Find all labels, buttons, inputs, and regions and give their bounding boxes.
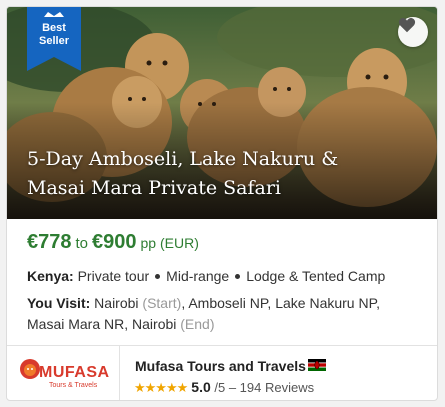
- favorite-button[interactable]: [398, 17, 428, 47]
- visit-line-1: You Visit: Nairobi (Start), Amboseli NP,…: [27, 295, 380, 311]
- badge-line-2: Seller: [39, 35, 69, 47]
- tour-title-line-1: 5-Day Amboseli, Lake Nakuru &: [27, 148, 339, 170]
- price-to-word: to: [75, 235, 89, 252]
- price-from: €778: [27, 231, 72, 253]
- logo-tagline: Tours & Travels: [49, 382, 98, 389]
- operator-footer: MUFASA Tours & Travels Mufasa Tours and …: [7, 345, 437, 400]
- price-to: €900: [92, 231, 137, 253]
- tour-card[interactable]: Best Seller 5-Day Amboseli, Lake Nakuru …: [6, 6, 438, 401]
- review-count: – 194 Reviews: [228, 380, 315, 395]
- visit-end: Masai Mara NR, Nairobi: [27, 316, 177, 332]
- visit-stops: , Amboseli NP, Lake Nakuru NP,: [181, 295, 381, 311]
- country-label: Kenya:: [27, 268, 74, 284]
- operator-logo[interactable]: MUFASA Tours & Travels: [7, 346, 120, 400]
- tag-budget: Mid-range: [166, 268, 230, 284]
- tour-hero-image[interactable]: Best Seller 5-Day Amboseli, Lake Nakuru …: [7, 7, 437, 219]
- kenya-flag-icon: [308, 359, 326, 371]
- tag-tour-type: Private tour: [77, 268, 150, 284]
- price-unit: pp (EUR): [140, 235, 199, 251]
- tour-details: Kenya: Private tour Mid-range Lodge & Tent…: [27, 268, 385, 284]
- visit-line-2: Masai Mara NR, Nairobi (End): [27, 316, 215, 332]
- rating-score: 5.0: [191, 379, 211, 395]
- separator-dot: [155, 273, 161, 279]
- visit-label: You Visit:: [27, 295, 91, 311]
- price-range: €778 to €900 pp (EUR): [27, 231, 199, 254]
- visit-end-note: (End): [180, 316, 215, 332]
- rating-max: /5: [214, 380, 226, 395]
- operator-rating[interactable]: ★★★★★ 5.0 /5 – 194 Reviews: [134, 379, 314, 396]
- separator-dot: [235, 273, 241, 279]
- logo-wordmark: MUFASA: [39, 364, 110, 381]
- visit-start-note: (Start): [142, 295, 182, 311]
- tag-accommodation: Lodge & Tented Camp: [246, 268, 386, 284]
- star-rating-icon: ★★★★★: [134, 380, 188, 395]
- badge-line-1: Best: [42, 22, 66, 34]
- heart-icon: [398, 18, 416, 33]
- visit-start: Nairobi: [94, 295, 139, 311]
- tour-title[interactable]: 5-Day Amboseli, Lake Nakuru & Masai Mara…: [27, 145, 427, 203]
- best-seller-badge: Best Seller: [27, 7, 81, 71]
- tour-title-line-2: Masai Mara Private Safari: [27, 177, 281, 199]
- operator-name[interactable]: Mufasa Tours and Travels: [135, 358, 306, 374]
- lion-head-icon: [20, 359, 40, 379]
